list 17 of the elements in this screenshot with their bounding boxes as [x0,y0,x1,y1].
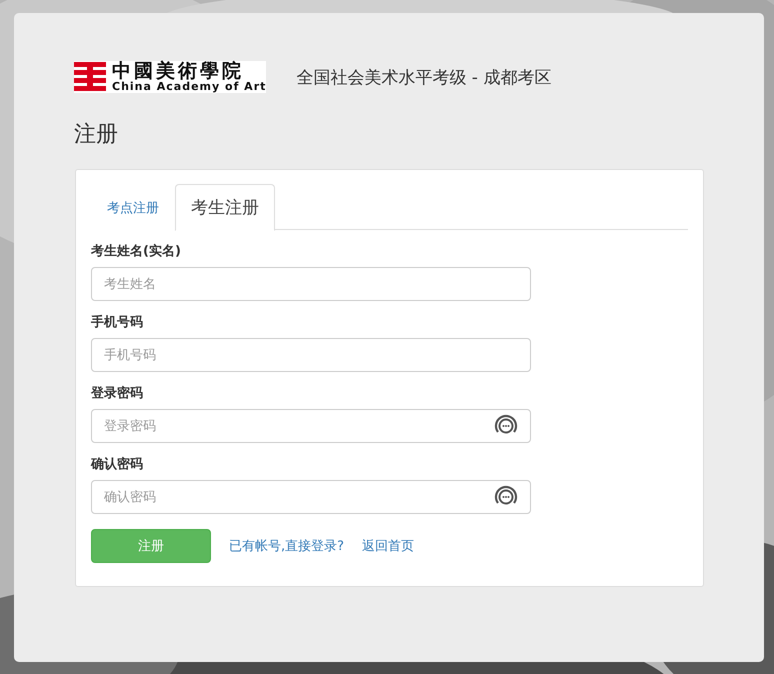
field-label: 考生姓名(实名) [91,242,182,260]
tab[interactable]: 考生注册 [175,184,275,231]
logo-chinese-name: 中國美術學院 [112,62,245,81]
password-field[interactable]: 登录密码 [91,409,531,443]
field-label: 确认密码 [91,456,144,473]
input-field[interactable]: 手机号码 [91,338,531,372]
register-button[interactable]: 注册 [91,529,211,563]
site-title: 全国社会美术水平考级 - 成都考区 [296,66,552,88]
input-field[interactable]: 考生姓名 [91,267,531,301]
logo-emblem-icon [74,61,106,93]
link[interactable]: 已有帐号,直接登录? [229,537,344,555]
field-label: 手机号码 [91,314,144,331]
logo-english-name: China Academy of Art [112,81,266,92]
page-title: 注册 [74,121,119,149]
link[interactable]: 返回首页 [362,537,414,555]
field-label: 登录密码 [91,384,144,402]
password-field[interactable]: 确认密码 [91,480,531,514]
